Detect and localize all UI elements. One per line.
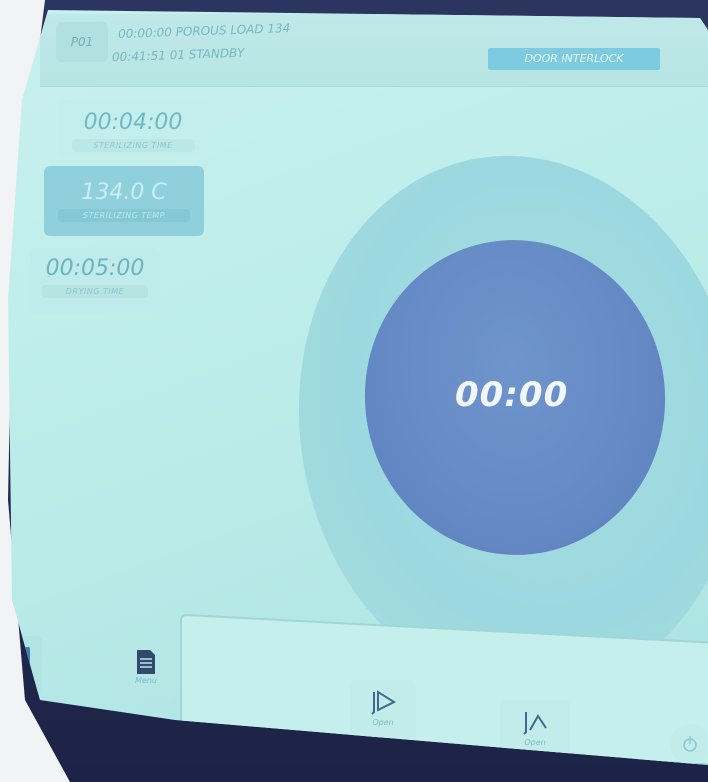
menu-document-icon [137, 650, 155, 674]
param-label: STERILIZING TEMP [58, 209, 190, 222]
open-door-2-button[interactable]: Open [500, 700, 570, 756]
power-icon [683, 736, 697, 752]
param-value: 134.0 C [81, 180, 167, 205]
open-door-2-label: Open [524, 738, 546, 747]
drying-time-param[interactable]: 00:05:00 DRYING TIME [30, 248, 160, 314]
param-label: STERILIZING TIME [71, 139, 195, 152]
touch-screen: P01 00:00:00 POROUS LOAD 134 00:41:51 01… [8, 10, 708, 765]
door-open-icon [523, 712, 547, 735]
open-door-1-button[interactable]: Open [350, 680, 416, 738]
door-open-icon [371, 690, 397, 715]
param-value: 00:04:00 [83, 110, 183, 135]
menu-label: Menu [135, 676, 157, 685]
param-value: 00:05:00 [45, 256, 145, 281]
open-door-1-label: Open [372, 718, 394, 727]
program-id[interactable]: P01 [56, 22, 108, 62]
sterilizing-temp-param[interactable]: 134.0 C STERILIZING TEMP [44, 166, 204, 236]
menu-button[interactable]: Menu [118, 640, 174, 700]
countdown-timer: 00:00 [455, 375, 569, 415]
sterilizing-time-param[interactable]: 00:04:00 STERILIZING TIME [58, 100, 208, 156]
param-label: DRYING TIME [41, 285, 149, 298]
power-button[interactable] [670, 724, 708, 764]
door-interlock-button[interactable]: DOOR INTERLOCK [488, 48, 660, 70]
